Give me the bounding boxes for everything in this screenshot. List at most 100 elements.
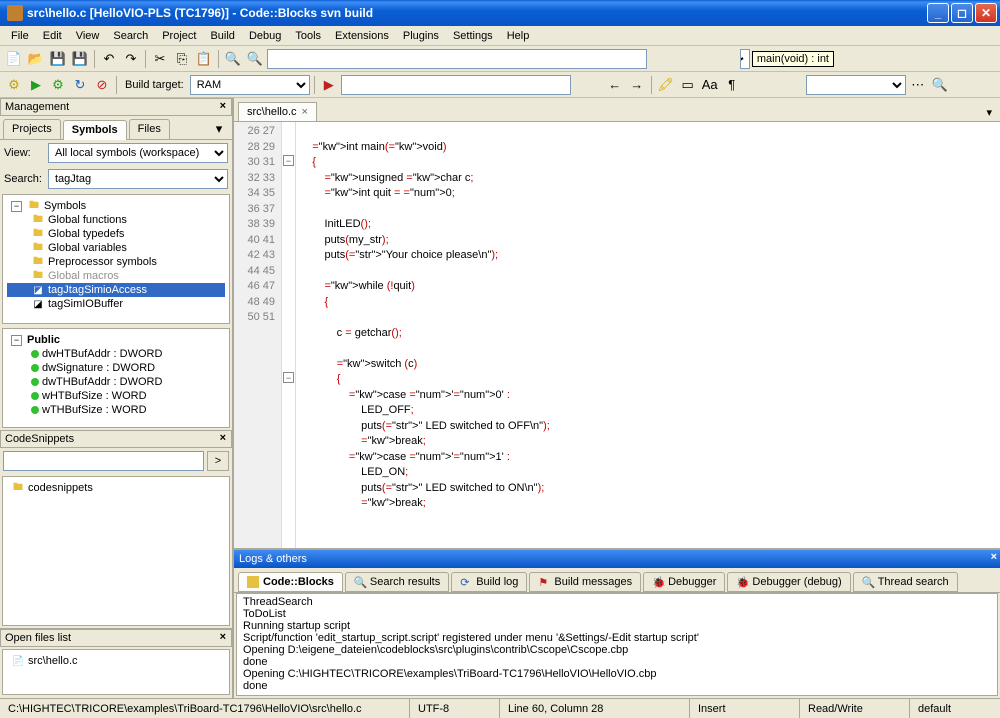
build-run-icon[interactable]: ⚙ <box>48 75 68 95</box>
selection-icon[interactable]: ▭ <box>678 75 698 95</box>
log-tab-debugger-debug[interactable]: 🐞Debugger (debug) <box>727 572 850 592</box>
rebuild-icon[interactable]: ↻ <box>70 75 90 95</box>
save-all-icon[interactable]: 💾 <box>70 49 90 69</box>
log-tab-buildlog[interactable]: ⟳Build log <box>451 572 527 592</box>
codesnippets-header: CodeSnippets × <box>0 430 232 448</box>
logs-close-icon[interactable]: × <box>991 551 997 563</box>
new-file-icon[interactable]: 📄 <box>4 49 24 69</box>
debug-input[interactable] <box>341 75 571 95</box>
status-profile: default <box>910 699 1000 718</box>
tree-global-macros[interactable]: 🖿Global macros <box>7 269 225 283</box>
status-insert: Insert <box>690 699 800 718</box>
menu-edit[interactable]: Edit <box>36 28 69 44</box>
codesnippets-go-button[interactable]: > <box>207 451 229 471</box>
tab-files[interactable]: Files <box>129 119 170 139</box>
tab-projects[interactable]: Projects <box>3 119 61 139</box>
fold-column[interactable]: − − <box>282 122 296 548</box>
build-target-select[interactable]: RAM <box>190 75 310 95</box>
menu-settings[interactable]: Settings <box>446 28 500 44</box>
menu-help[interactable]: Help <box>500 28 537 44</box>
public-item[interactable]: wTHBufSize : WORD <box>7 403 225 417</box>
fold-icon[interactable]: − <box>283 372 294 383</box>
codesnippets-title: CodeSnippets <box>5 433 74 445</box>
redo-icon[interactable]: ↷ <box>121 49 141 69</box>
main-toolbar: 📄 📂 💾 💾 ↶ ↷ ✂ ⎘ 📋 🔍 🔍 main(void) : int <box>0 46 1000 72</box>
abort-icon[interactable]: ⊘ <box>92 75 112 95</box>
editor-tab-close-icon[interactable]: × <box>302 106 308 118</box>
pilcrow-icon[interactable]: ¶ <box>722 75 742 95</box>
code-editor[interactable]: 26 27 28 29 30 31 32 33 34 35 36 37 38 3… <box>234 122 1000 548</box>
menu-plugins[interactable]: Plugins <box>396 28 446 44</box>
scope-select[interactable] <box>740 49 750 69</box>
debug-continue-icon[interactable]: ▶ <box>319 75 339 95</box>
cut-icon[interactable]: ✂ <box>150 49 170 69</box>
tree-public[interactable]: −Public <box>7 333 225 347</box>
menu-view[interactable]: View <box>69 28 107 44</box>
codesnippets-close-icon[interactable]: × <box>217 432 229 444</box>
log-tab-debugger[interactable]: 🐞Debugger <box>643 572 725 592</box>
openfiles-item[interactable]: 📄src\hello.c <box>7 654 225 668</box>
save-icon[interactable]: 💾 <box>48 49 68 69</box>
openfiles-header: Open files list × <box>0 629 232 647</box>
tree-tagsimiobuffer[interactable]: ◪tagSimIOBuffer <box>7 297 225 311</box>
public-item[interactable]: dwSignature : DWORD <box>7 361 225 375</box>
symbol-search-select[interactable]: tagJtag <box>48 169 228 189</box>
menu-debug[interactable]: Debug <box>242 28 288 44</box>
menu-extensions[interactable]: Extensions <box>328 28 396 44</box>
case-toggle-icon[interactable]: Aa <box>700 75 720 95</box>
tab-dropdown-icon[interactable]: ▾ <box>209 119 229 139</box>
management-title: Management <box>5 101 69 113</box>
tab-symbols[interactable]: Symbols <box>63 120 127 140</box>
close-button[interactable]: ✕ <box>975 3 997 23</box>
search-scope-select[interactable] <box>806 75 906 95</box>
public-item[interactable]: dwTHBufAddr : DWORD <box>7 375 225 389</box>
highlight-icon[interactable]: 🖍 <box>656 75 676 95</box>
editor-tabbar: src\hello.c × ▾ <box>234 98 1000 122</box>
openfiles-close-icon[interactable]: × <box>217 631 229 643</box>
log-tab-codeblocks[interactable]: Code::Blocks <box>238 572 343 592</box>
build-target-label: Build target: <box>121 79 188 91</box>
function-hint: main(void) : int <box>752 51 834 67</box>
build-toolbar: ⚙ ▶ ⚙ ↻ ⊘ Build target: RAM ▶ ← → 🖍 ▭ Aa… <box>0 72 1000 98</box>
build-icon[interactable]: ⚙ <box>4 75 24 95</box>
nav-back-icon[interactable]: ← <box>605 75 625 95</box>
open-file-icon[interactable]: 📂 <box>26 49 46 69</box>
menu-search[interactable]: Search <box>106 28 155 44</box>
copy-icon[interactable]: ⎘ <box>172 49 192 69</box>
menu-project[interactable]: Project <box>155 28 203 44</box>
find-icon[interactable]: 🔍 <box>223 49 243 69</box>
log-tab-threadsearch[interactable]: 🔍Thread search <box>853 572 958 592</box>
public-item[interactable]: wHTBufSize : WORD <box>7 389 225 403</box>
tree-selected-symbol[interactable]: ◪tagJtagSimioAccess <box>7 283 225 297</box>
nav-forward-icon[interactable]: → <box>627 75 647 95</box>
quick-search-input[interactable] <box>267 49 647 69</box>
find-replace-icon[interactable]: 🔍 <box>245 49 265 69</box>
log-tab-search[interactable]: 🔍Search results <box>345 572 449 592</box>
run-icon[interactable]: ▶ <box>26 75 46 95</box>
status-path: C:\HIGHTEC\TRICORE\examples\TriBoard-TC1… <box>0 699 410 718</box>
codesnippets-search-input[interactable] <box>3 451 204 471</box>
undo-icon[interactable]: ↶ <box>99 49 119 69</box>
view-label: View: <box>4 147 44 159</box>
minimize-button[interactable]: _ <box>927 3 949 23</box>
menu-tools[interactable]: Tools <box>288 28 328 44</box>
status-position: Line 60, Column 28 <box>500 699 690 718</box>
search-go-icon[interactable]: 🔍 <box>930 75 950 95</box>
management-close-icon[interactable]: × <box>217 100 229 112</box>
statusbar: C:\HIGHTEC\TRICORE\examples\TriBoard-TC1… <box>0 698 1000 718</box>
logs-output[interactable]: ThreadSearchToDoListRunning startup scri… <box>236 593 998 696</box>
fold-icon[interactable]: − <box>283 155 294 166</box>
maximize-button[interactable]: ◻ <box>951 3 973 23</box>
log-tab-buildmsg[interactable]: ⚑Build messages <box>529 572 641 592</box>
menu-file[interactable]: File <box>4 28 36 44</box>
public-item[interactable]: dwHTBufAddr : DWORD <box>7 347 225 361</box>
code-area[interactable]: ="kw">int main(="kw">void) { ="kw">unsig… <box>296 122 1000 548</box>
editor-tab-dropdown-icon[interactable]: ▾ <box>982 104 996 121</box>
view-select[interactable]: All local symbols (workspace) <box>48 143 228 163</box>
paste-icon[interactable]: 📋 <box>194 49 214 69</box>
options-icon[interactable]: ⋯ <box>908 75 928 95</box>
codesnippets-root[interactable]: 🖿codesnippets <box>7 481 225 495</box>
editor-tab-hello[interactable]: src\hello.c × <box>238 102 317 121</box>
status-readwrite: Read/Write <box>800 699 910 718</box>
menu-build[interactable]: Build <box>203 28 241 44</box>
